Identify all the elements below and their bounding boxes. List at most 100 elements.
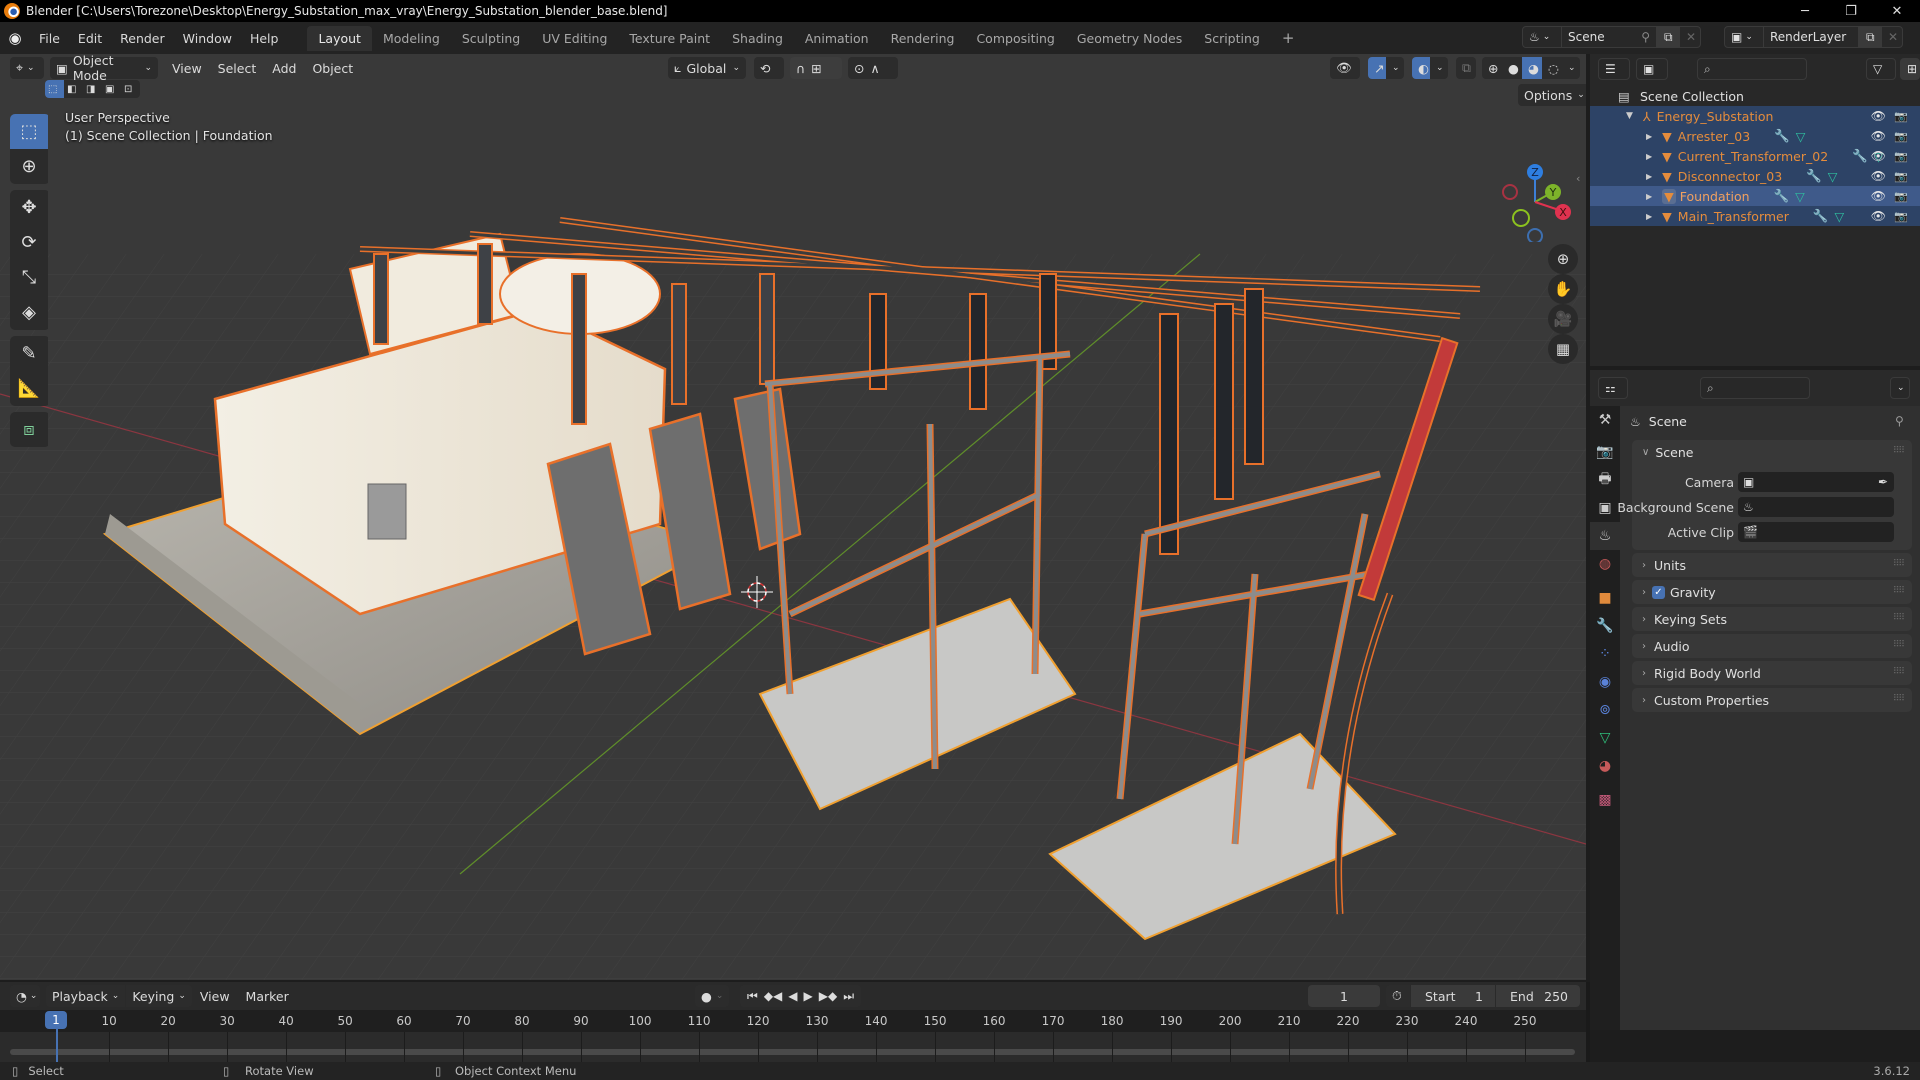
viewport-menu-add[interactable]: Add xyxy=(264,61,304,76)
playhead[interactable]: 1 xyxy=(45,1011,67,1029)
outliner-filter-view-layer[interactable]: ▣ xyxy=(1636,58,1668,80)
render-camera-icon[interactable]: 📷 xyxy=(1894,210,1908,223)
pivot-point-dropdown[interactable]: ⟲ xyxy=(754,57,784,79)
drag-handle-icon[interactable]: ⠿⠿ xyxy=(1893,640,1905,650)
shading-solid[interactable]: ● xyxy=(1502,57,1522,79)
outliner-object-row[interactable]: ▶ ▼ Arrester_03 🔧 ▽ 👁 📷 xyxy=(1590,126,1920,146)
visibility-eye-icon[interactable]: 👁 xyxy=(1871,129,1886,143)
use-preview-range-toggle[interactable]: ⏱ xyxy=(1386,985,1410,1007)
tool-rotate[interactable]: ⟳ xyxy=(10,225,48,260)
new-collection-button[interactable]: ⊞ xyxy=(1900,58,1920,80)
viewport-menu-select[interactable]: Select xyxy=(210,61,265,76)
tab-material[interactable]: ◕ xyxy=(1590,752,1620,780)
drag-handle-icon[interactable]: ⠿⠿ xyxy=(1893,613,1905,623)
tab-particles[interactable]: ⁘ xyxy=(1590,640,1620,668)
menu-edit[interactable]: Edit xyxy=(69,31,111,46)
gizmo-toggle[interactable]: ↗ xyxy=(1368,57,1386,79)
tool-scale[interactable]: ⤡ xyxy=(10,260,48,295)
auto-keying-toggle[interactable]: ● ⌄ xyxy=(695,985,729,1007)
drag-handle-icon[interactable]: ⠿⠿ xyxy=(1893,586,1905,596)
outliner-object-row[interactable]: ▶ ▼ Main_Transformer 🔧 ▽ 👁 📷 xyxy=(1590,206,1920,226)
drag-handle-icon[interactable]: ⠿⠿ xyxy=(1893,667,1905,677)
viewport-scene[interactable] xyxy=(0,54,1586,980)
blender-menu-icon[interactable]: ◉ xyxy=(0,29,30,47)
tool-transform[interactable]: ◈ xyxy=(10,295,48,330)
gravity-panel[interactable]: › ✓ Gravity ⠿⠿ xyxy=(1632,580,1912,604)
outliner-object-row[interactable]: ▶ ▼ Current_Transformer_02 🔧 ▽ 👁 📷 xyxy=(1590,146,1920,166)
timeline-menu-marker[interactable]: Marker xyxy=(238,989,297,1004)
tool-select-box[interactable]: ⬚ xyxy=(10,114,48,149)
overlays-toggle[interactable]: ◐ xyxy=(1412,57,1430,79)
shading-rendered[interactable]: ◌ xyxy=(1542,57,1562,79)
tool-cursor[interactable]: ⊕ xyxy=(10,149,48,184)
outliner-display-mode[interactable]: ☰ xyxy=(1598,58,1630,80)
jump-to-prev-keyframe-button[interactable]: ◆◀ xyxy=(761,989,785,1003)
delete-scene-button[interactable]: ✕ xyxy=(1679,26,1701,48)
scene-name-field[interactable]: Scene ⚲ xyxy=(1562,26,1657,48)
timeline-scrollbar[interactable] xyxy=(10,1049,1575,1055)
audio-panel[interactable]: › Audio ⠿⠿ xyxy=(1632,634,1912,658)
menu-render[interactable]: Render xyxy=(111,31,174,46)
drag-handle-icon[interactable]: ⠿⠿ xyxy=(1893,446,1905,456)
outliner-filter-dropdown[interactable]: ▽ xyxy=(1866,58,1896,80)
expand-arrow-icon[interactable]: ▶ xyxy=(1646,172,1652,181)
tool-annotate[interactable]: ✎ xyxy=(10,336,48,371)
tab-constraints[interactable]: ⊚ xyxy=(1590,696,1620,724)
shading-material-preview[interactable]: ◕ xyxy=(1522,57,1542,79)
camera-view-button[interactable]: 🎥 xyxy=(1548,304,1578,334)
close-button[interactable]: ✕ xyxy=(1874,0,1920,22)
visibility-eye-icon[interactable]: 👁 xyxy=(1871,109,1886,123)
jump-to-start-button[interactable]: ⏮ xyxy=(744,989,761,1004)
outliner-object-row[interactable]: ▶ ▼ Disconnector_03 🔧 ▽ 👁 📷 xyxy=(1590,166,1920,186)
workspace-tab-texture-paint[interactable]: Texture Paint xyxy=(618,26,721,51)
outliner-object-row-active[interactable]: ▶ ▼ Foundation 🔧 ▽ 👁 📷 xyxy=(1590,186,1920,206)
expand-arrow-icon[interactable]: ▶ xyxy=(1646,152,1652,161)
workspace-tab-rendering[interactable]: Rendering xyxy=(880,26,966,51)
custom-properties-panel[interactable]: › Custom Properties ⠿⠿ xyxy=(1632,688,1912,712)
collapse-arrow-icon[interactable]: ▼ xyxy=(1626,111,1633,121)
new-view-layer-button[interactable]: ⧉ xyxy=(1859,26,1881,48)
select-mode-intersect[interactable]: ⊡ xyxy=(121,80,140,98)
eyedropper-icon[interactable]: ✒ xyxy=(1878,475,1888,489)
selectability-visibility-dropdown[interactable]: 👁 xyxy=(1330,57,1360,79)
workspace-tab-layout[interactable]: Layout xyxy=(307,25,372,51)
menu-window[interactable]: Window xyxy=(174,31,241,46)
shading-dropdown[interactable]: ⌄ xyxy=(1562,57,1580,79)
transform-orientation-dropdown[interactable]: ⟀ Global ⌄ xyxy=(668,57,746,79)
view-layer-name-field[interactable]: RenderLayer xyxy=(1764,26,1859,48)
outliner-collection-energy-substation[interactable]: ▼ ⅄ Energy_Substation 👁 📷 xyxy=(1590,106,1920,126)
shading-wireframe[interactable]: ⊕ xyxy=(1482,57,1502,79)
gizmo-dropdown[interactable]: ⌄ xyxy=(1386,57,1404,79)
tab-physics[interactable]: ◉ xyxy=(1590,668,1620,696)
select-mode-extend[interactable]: ◧ xyxy=(64,80,83,98)
keying-dropdown[interactable]: Keying ⌄ xyxy=(126,985,192,1007)
3d-viewport[interactable]: ⌖ ⌄ ▣ Object Mode ⌄ View Select Add Object … xyxy=(0,54,1586,980)
workspace-tab-shading[interactable]: Shading xyxy=(721,26,794,51)
scene-panel-header[interactable]: ∨ Scene xyxy=(1632,440,1912,464)
viewport-menu-view[interactable]: View xyxy=(164,61,210,76)
visibility-eye-icon[interactable]: 👁 xyxy=(1871,189,1886,203)
area-divider[interactable] xyxy=(1586,982,1590,1062)
new-scene-button[interactable]: ⧉ xyxy=(1657,26,1679,48)
tab-world[interactable]: ◍ xyxy=(1590,550,1620,578)
select-mode-subtract[interactable]: ◨ xyxy=(83,80,102,98)
select-mode-new[interactable]: ⬚ xyxy=(45,80,64,98)
play-reverse-button[interactable]: ◀ xyxy=(785,989,800,1003)
proportional-editing-toggle[interactable]: ⊙ ∧ xyxy=(848,57,898,79)
jump-to-end-button[interactable]: ⏭ xyxy=(840,989,857,1004)
minimize-button[interactable]: ─ xyxy=(1782,0,1828,22)
tool-measure[interactable]: 📐 xyxy=(10,371,48,406)
workspace-tab-scripting[interactable]: Scripting xyxy=(1193,26,1271,51)
tab-data[interactable]: ▽ xyxy=(1590,724,1620,752)
options-dropdown[interactable]: Options ⌄ xyxy=(1518,84,1586,106)
menu-help[interactable]: Help xyxy=(241,31,288,46)
workspace-tab-geometry-nodes[interactable]: Geometry Nodes xyxy=(1066,26,1193,51)
tab-object[interactable]: ■ xyxy=(1590,584,1620,612)
workspace-tab-sculpting[interactable]: Sculpting xyxy=(451,26,531,51)
tab-modifiers[interactable]: 🔧 xyxy=(1590,612,1620,640)
workspace-tab-modeling[interactable]: Modeling xyxy=(372,26,451,51)
scene-browse-button[interactable]: ♨ ⌄ xyxy=(1522,26,1562,48)
play-button[interactable]: ▶ xyxy=(801,989,816,1003)
tab-view-layer[interactable]: ▣ xyxy=(1590,494,1620,522)
workspace-tab-uv-editing[interactable]: UV Editing xyxy=(531,26,618,51)
